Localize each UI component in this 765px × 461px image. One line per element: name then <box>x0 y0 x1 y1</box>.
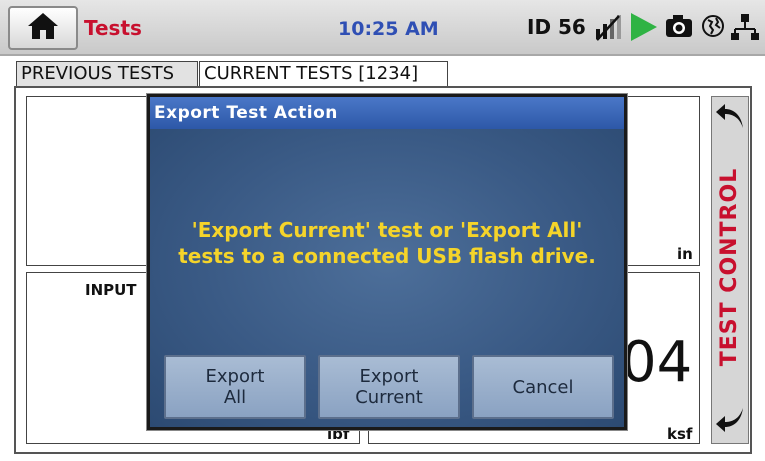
expand-button[interactable] <box>712 403 748 439</box>
home-icon <box>26 11 60 45</box>
globe-icon[interactable] <box>700 12 726 44</box>
export-all-button[interactable]: Export All <box>164 355 306 419</box>
clock: 10:25 AM <box>338 18 439 40</box>
screen-title: Tests <box>84 16 142 40</box>
network-icon[interactable] <box>730 12 760 46</box>
device-id: ID 56 <box>527 15 586 39</box>
arrow-left-down-icon <box>715 406 745 436</box>
tab-previous-tests[interactable]: PREVIOUS TESTS <box>16 61 198 87</box>
top-panel-unit: in <box>677 245 693 263</box>
status-bar: Tests 10:25 AM ID 56 <box>0 0 765 56</box>
test-control-label: TEST CONTROL <box>717 167 742 367</box>
stress-panel-unit: ksf <box>667 425 693 443</box>
export-dialog: Export Test Action 'Export Current' test… <box>147 94 627 430</box>
stress-value: 04 <box>621 330 693 395</box>
input-panel-label: INPUT <box>85 281 137 299</box>
camera-icon[interactable] <box>664 12 694 44</box>
arrow-left-up-icon <box>715 104 745 134</box>
dialog-title: Export Test Action <box>150 97 624 129</box>
export-current-button[interactable]: Export Current <box>318 355 460 419</box>
tab-current-tests[interactable]: CURRENT TESTS [1234] <box>199 61 448 87</box>
wireless-off-icon <box>593 12 623 46</box>
dialog-body: 'Export Current' test or 'Export All' te… <box>150 129 624 427</box>
test-control-bar[interactable]: TEST CONTROL <box>711 96 749 444</box>
cancel-button[interactable]: Cancel <box>472 355 614 419</box>
home-button[interactable] <box>8 6 78 50</box>
dialog-message: 'Export Current' test or 'Export All' te… <box>178 218 596 268</box>
play-icon[interactable] <box>627 10 659 48</box>
collapse-button[interactable] <box>712 101 748 137</box>
